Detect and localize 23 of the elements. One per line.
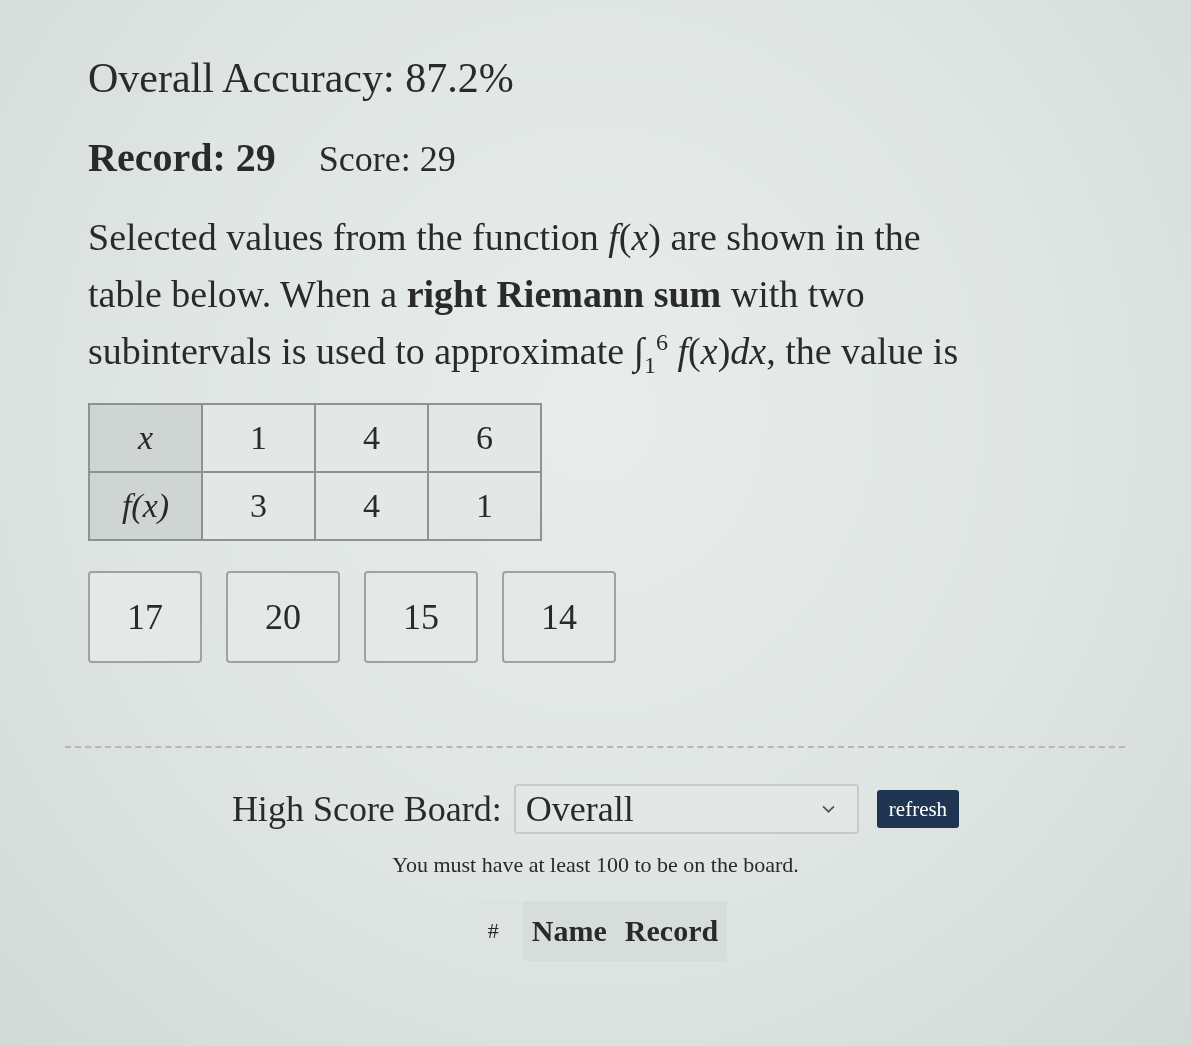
table-header-cell: x [89,404,202,472]
accuracy-text: Overall Accuracy: 87.2% [88,54,515,102]
chevron-down-icon [821,805,835,813]
answer-choice-button[interactable]: 14 [502,571,616,663]
answer-choice-button[interactable]: 20 [226,571,340,663]
score-text: Score: 29 [318,138,456,181]
question-text: Selected values from the function f(x) are shown in the table below. When a right Riemann sum with two subintervals is used to approximate ∫$_{1}$$^{6}$ f(x)dx, the value is [88,215,960,380]
table-cell: 4 [315,472,428,540]
table-header-cell: f(x) [89,472,202,540]
answer-choice-button[interactable]: 15 [364,571,478,663]
table-cell: 1 [202,404,315,472]
table-cell: 1 [428,472,541,540]
column-header: Name [522,901,616,961]
record-text: Record: 29 [88,136,276,180]
column-header: Record [615,901,728,961]
answer-choice-button[interactable]: 17 [88,571,202,663]
table-cell: 6 [428,404,541,472]
refresh-button[interactable]: refresh [876,790,960,828]
table-cell: 4 [315,404,428,472]
board-note-text: You must have at least 100 to be on the board. [392,852,799,878]
table-cell: 3 [202,472,315,540]
scoreboard-select[interactable]: Overall [513,784,859,834]
scoreboard-label: High Score Board: [231,788,502,830]
